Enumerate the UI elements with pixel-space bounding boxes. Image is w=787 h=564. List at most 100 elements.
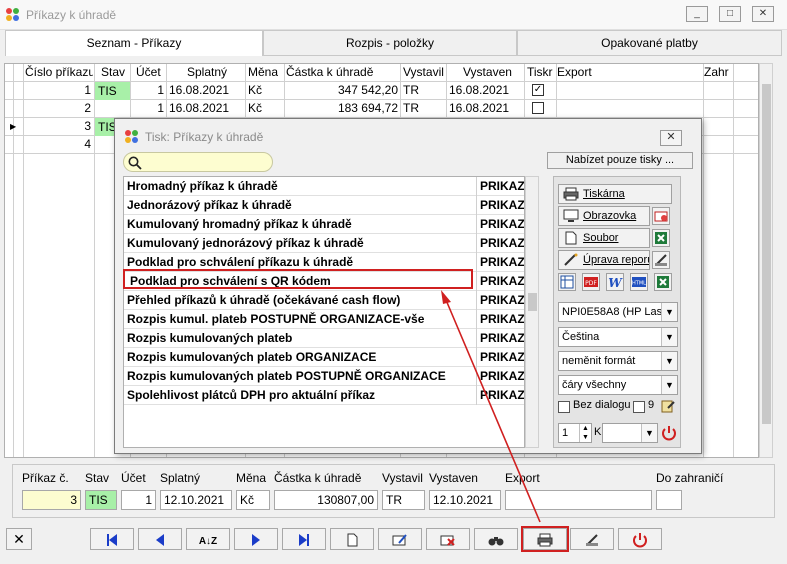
col-header-tisk[interactable]: Tiskr [527,64,556,81]
do-zahranici-field[interactable] [656,490,682,510]
list-item[interactable]: Kumulovaný hromadný příkaz k úhradě PRIKA… [124,215,524,234]
grid-cell[interactable]: TR [403,81,419,99]
list-item[interactable]: Spolehlivost plátců DPH pro aktuální pří… [124,386,524,405]
search-input[interactable] [123,152,273,172]
designer-icon[interactable] [652,251,670,269]
grid-cell[interactable]: 16.08.2021 [169,81,229,99]
table-row[interactable]: 4 [24,135,91,153]
mena-field[interactable]: Kč [236,490,270,510]
report-designer-button[interactable] [570,528,614,550]
table-row[interactable]: 3 [24,117,91,135]
label-mena: Měna [236,471,267,485]
obrazovka-button[interactable]: Obrazovka [558,206,650,226]
col-header-cislo[interactable]: Číslo příkazu [25,64,93,81]
vystaven-field[interactable]: 12.10.2021 [429,490,501,510]
language-select[interactable]: Čeština ▼ [558,327,678,347]
grid-cell[interactable]: Kč [248,99,262,117]
grid-scrollbar[interactable] [759,63,773,458]
col-header-mena[interactable]: Měna [248,64,278,81]
sort-button[interactable]: A↓Z [186,528,230,550]
col-header-stav[interactable]: Stav [101,64,125,81]
table-icon[interactable] [558,273,576,291]
col-header-zahr[interactable]: Zahr [704,64,732,81]
list-item[interactable]: Hromadný příkaz k úhradě PRIKAZ [124,177,524,196]
email-icon[interactable] [652,207,670,225]
col-header-castka[interactable]: Částka k úhradě [286,64,373,81]
castka-field[interactable]: 130807,00 [274,490,378,510]
word-icon[interactable]: W [606,273,624,291]
col-header-splatny[interactable]: Splatný [187,64,227,81]
prikaz-cislo-field[interactable]: 3 [22,490,81,510]
grid-cell[interactable]: 16.08.2021 [449,99,509,117]
edit-icon[interactable] [660,398,676,414]
grid-cell[interactable]: TR [403,99,419,117]
k-select[interactable]: ▼ [602,423,658,443]
dialog-close-button[interactable]: ✕ [660,130,682,146]
first-record-button[interactable] [90,528,134,550]
printer-select[interactable]: NPI0E58A8 (HP LaserJet) ▼ [558,302,678,322]
bez-dialogu-checkbox[interactable] [558,401,570,413]
ucet-field[interactable]: 1 [121,490,156,510]
list-item[interactable]: Přehled příkazů k úhradě (očekávané cash… [124,291,524,310]
grid-cell[interactable]: Kč [248,81,262,99]
grid-cell[interactable]: 16.08.2021 [449,81,509,99]
uprava-reportu-button[interactable]: Úprava reporu [558,250,650,270]
tiskarna-button[interactable]: Tiskárna [558,184,672,204]
maximize-button[interactable]: □ [719,6,741,22]
nabizet-pouze-tisky-button[interactable]: Nabízet pouze tisky ... [547,152,693,169]
table-row[interactable]: 1 [24,81,91,99]
tab-rozpis-polozky[interactable]: Rozpis - položky [263,30,517,56]
copies-stepper[interactable]: 1 ▲ ▼ [558,423,592,443]
cancel-button[interactable]: ✕ [6,528,32,550]
excel-icon[interactable] [652,229,670,247]
power-icon[interactable] [660,424,678,442]
html-icon[interactable]: HTML [630,273,648,291]
soubor-button[interactable]: Soubor [558,228,650,248]
list-item[interactable]: Rozpis kumulovaných plateb POSTUPNĚ ORGA… [124,367,524,386]
sort-az-icon: A↓Z [198,536,218,547]
tab-opakovane-platby[interactable]: Opakované platby [517,30,782,56]
new-record-button[interactable] [330,528,374,550]
window-title: Příkazy k úhradě [26,8,117,22]
export-field[interactable] [505,490,652,510]
tab-seznam-prikazy[interactable]: Seznam - Příkazy [5,30,263,56]
list-item[interactable]: Kumulovaný jednorázový příkaz k úhradě PR… [124,234,524,253]
vystavil-field[interactable]: TR [382,490,425,510]
list-item[interactable]: Rozpis kumul. plateb POSTUPNĚ ORGANIZACE… [124,310,524,329]
list-item[interactable]: Rozpis kumulovaných plateb PRIKAZ [124,329,524,348]
list-scrollbar[interactable] [525,176,539,448]
tisk-checkbox[interactable] [532,102,544,114]
list-item[interactable]: Rozpis kumulovaných plateb ORGANIZACE PRI… [124,348,524,367]
table-row[interactable]: 2 [24,99,91,117]
col-header-vystaven[interactable]: Vystaven [463,64,512,81]
last-record-button[interactable] [282,528,326,550]
close-button[interactable]: ✕ [752,6,774,22]
minimize-button[interactable]: _ [686,6,708,22]
format-select[interactable]: neměnit formát ▼ [558,351,678,371]
grid-cell[interactable]: 183 694,72 [285,99,398,117]
exit-button[interactable] [618,528,662,550]
stav-field[interactable]: TIS [85,490,117,510]
edit-record-button[interactable] [378,528,422,550]
grid-cell[interactable]: 1 [131,81,164,99]
first-icon [107,534,117,546]
find-button[interactable] [474,528,518,550]
tisk-checkbox-checked[interactable]: ✓ [532,84,544,96]
previous-record-button[interactable] [138,528,182,550]
col-header-export[interactable]: Export [557,64,592,81]
splatny-field[interactable]: 12.10.2021 [160,490,232,510]
delete-record-button[interactable] [426,528,470,550]
grid-cell[interactable]: 347 542,20 [285,81,398,99]
status-cell[interactable]: TIS [95,82,130,100]
report-list[interactable]: Hromadný příkaz k úhradě PRIKAZ Jednorázo… [123,176,525,448]
grid-cell[interactable]: 16.08.2021 [169,99,229,117]
excel-icon[interactable] [654,273,672,291]
list-item[interactable]: Jednorázový příkaz k úhradě PRIKAZ [124,196,524,215]
col-header-vystavil[interactable]: Vystavil [403,64,444,81]
next-record-button[interactable] [234,528,278,550]
lines-select[interactable]: čáry všechny ▼ [558,375,678,395]
pdf-icon[interactable]: PDF [582,273,600,291]
col-header-ucet[interactable]: Účet [136,64,161,81]
grid-cell[interactable]: 1 [131,99,164,117]
nine-checkbox[interactable] [633,401,645,413]
